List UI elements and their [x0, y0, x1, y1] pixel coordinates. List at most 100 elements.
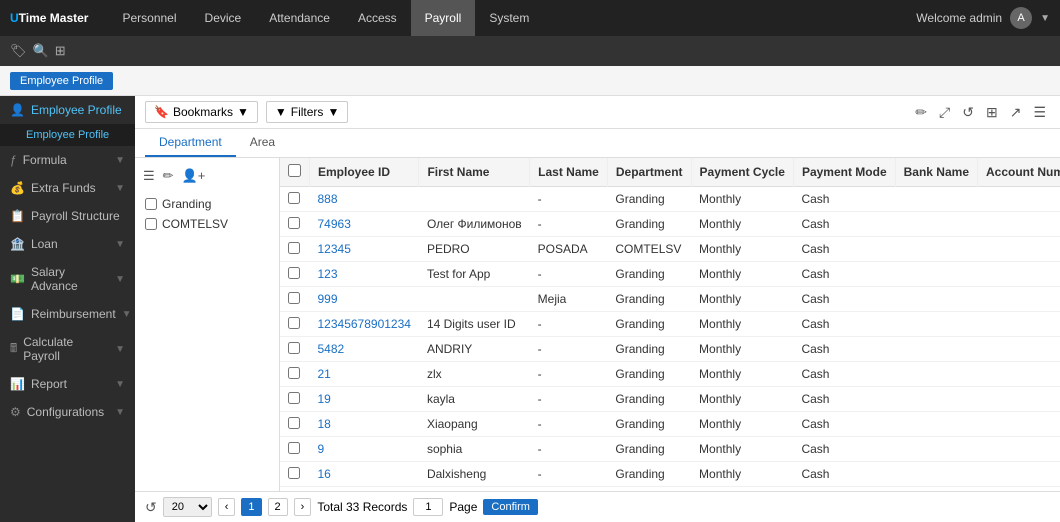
expand-icon-btn[interactable]: ⤢	[935, 102, 954, 123]
chevron-formula-icon: ▼	[115, 155, 125, 166]
pagination-refresh-btn[interactable]: ↺	[145, 499, 157, 516]
page-2-btn[interactable]: 2	[268, 498, 288, 516]
employee-id-link[interactable]: 12345678901234	[318, 317, 411, 331]
row-checkbox[interactable]	[288, 292, 300, 304]
dept-item-comtelsv[interactable]: COMTELSV	[141, 214, 273, 234]
tab-area[interactable]: Area	[236, 129, 289, 157]
row-checkbox[interactable]	[288, 392, 300, 404]
employee-id-link[interactable]: 12345	[318, 242, 351, 256]
sidebar: 👤 Employee Profile Employee Profile ƒ Fo…	[0, 96, 135, 522]
sidebar-item-loan[interactable]: 🏦 Loan ▼	[0, 230, 135, 258]
dept-checkbox-granding[interactable]	[145, 198, 157, 210]
columns-icon-btn[interactable]: ⊞	[982, 102, 1002, 123]
payroll-structure-icon: 📋	[10, 209, 25, 223]
employee-id-link[interactable]: 21	[318, 367, 331, 381]
grid-icon[interactable]: ⊞	[55, 43, 66, 59]
sidebar-label-report: Report	[31, 377, 67, 391]
row-checkbox[interactable]	[288, 342, 300, 354]
employee-id-link[interactable]: 5482	[318, 342, 345, 356]
row-checkbox[interactable]	[288, 467, 300, 479]
nav-device[interactable]: Device	[191, 0, 256, 36]
go-btn[interactable]: Confirm	[483, 499, 538, 515]
sidebar-label-payroll-structure: Payroll Structure	[31, 209, 120, 223]
row-checkbox-cell	[280, 187, 310, 212]
share-icon-btn[interactable]: ↗	[1006, 102, 1026, 123]
row-first-name: Dalxisheng	[419, 462, 530, 487]
row-department: Granding	[607, 412, 691, 437]
page-size-select[interactable]: 20 50 100	[163, 497, 212, 517]
row-account-number	[978, 212, 1060, 237]
employee-id-link[interactable]: 74963	[318, 217, 351, 231]
search-icon[interactable]: 🔍	[33, 43, 49, 59]
sidebar-item-formula[interactable]: ƒ Formula ▼	[0, 146, 135, 174]
employee-id-link[interactable]: 123	[318, 267, 338, 281]
nav-system[interactable]: System	[475, 0, 543, 36]
menu-icon-btn[interactable]: ☰	[1029, 102, 1050, 123]
table-row: 5482 ANDRIY - Granding Monthly Cash ✎	[280, 337, 1060, 362]
sidebar-item-reimbursement[interactable]: 📄 Reimbursement ▼	[0, 300, 135, 328]
sidebar-item-salary-advance[interactable]: 💵 Salary Advance ▼	[0, 258, 135, 300]
col-first-name: First Name	[419, 158, 530, 187]
row-checkbox[interactable]	[288, 267, 300, 279]
employee-id-link[interactable]: 19	[318, 392, 331, 406]
add-dept-icon-btn[interactable]: 👤+	[180, 166, 208, 186]
row-payment-mode: Cash	[793, 437, 895, 462]
col-payment-mode: Payment Mode	[793, 158, 895, 187]
nav-payroll[interactable]: Payroll	[411, 0, 476, 36]
row-checkbox[interactable]	[288, 217, 300, 229]
bookmarks-button[interactable]: 🔖 Bookmarks ▼	[145, 101, 258, 123]
tag-icon[interactable]: 🏷	[10, 43, 27, 59]
prev-page-btn[interactable]: ‹	[218, 498, 236, 516]
row-account-number	[978, 462, 1060, 487]
user-avatar[interactable]: A	[1010, 7, 1032, 29]
row-department: Granding	[607, 262, 691, 287]
nav-access[interactable]: Access	[344, 0, 411, 36]
sidebar-item-report[interactable]: 📊 Report ▼	[0, 370, 135, 398]
row-checkbox[interactable]	[288, 367, 300, 379]
row-checkbox[interactable]	[288, 442, 300, 454]
employee-id-link[interactable]: 16	[318, 467, 331, 481]
row-checkbox[interactable]	[288, 417, 300, 429]
row-checkbox[interactable]	[288, 192, 300, 204]
sidebar-item-configurations[interactable]: ⚙ Configurations ▼	[0, 398, 135, 426]
row-checkbox[interactable]	[288, 317, 300, 329]
dept-checkbox-comtelsv[interactable]	[145, 218, 157, 230]
row-first-name	[419, 187, 530, 212]
tab-department[interactable]: Department	[145, 129, 236, 157]
page-1-btn[interactable]: 1	[241, 498, 261, 516]
sidebar-sub-item-employee-profile[interactable]: Employee Profile	[0, 124, 135, 146]
refresh-icon-btn[interactable]: ↺	[958, 102, 978, 123]
row-checkbox[interactable]	[288, 242, 300, 254]
row-employee-id: 18	[310, 412, 419, 437]
row-payment-mode: Cash	[793, 412, 895, 437]
sidebar-label-calculate-payroll: Calculate Payroll	[23, 335, 109, 363]
row-payment-cycle: Monthly	[691, 387, 793, 412]
sidebar-item-calculate-payroll[interactable]: 🖩 Calculate Payroll ▼	[0, 328, 135, 370]
list-icon-btn[interactable]: ☰	[141, 166, 157, 186]
employee-id-link[interactable]: 999	[318, 292, 338, 306]
breadcrumb-tab[interactable]: Employee Profile	[10, 72, 113, 90]
sidebar-item-extra-funds[interactable]: 💰 Extra Funds ▼	[0, 174, 135, 202]
filters-button[interactable]: ▼ Filters ▼	[266, 101, 348, 123]
employee-id-link[interactable]: 888	[318, 192, 338, 206]
row-first-name	[419, 287, 530, 312]
page-input[interactable]	[413, 498, 443, 516]
next-page-btn[interactable]: ›	[294, 498, 312, 516]
dept-label-comtelsv: COMTELSV	[162, 217, 228, 231]
edit-icon-btn[interactable]: ✏	[911, 102, 931, 123]
sidebar-item-employee-profile[interactable]: 👤 Employee Profile	[0, 96, 135, 124]
nav-personnel[interactable]: Personnel	[108, 0, 190, 36]
chevron-calculate-payroll-icon: ▼	[115, 344, 125, 355]
edit-dept-icon-btn[interactable]: ✏	[161, 166, 176, 186]
dept-item-granding[interactable]: Granding	[141, 194, 273, 214]
select-all-checkbox[interactable]	[288, 164, 301, 177]
bookmarks-label: Bookmarks	[173, 105, 233, 119]
nav-attendance[interactable]: Attendance	[255, 0, 344, 36]
employee-id-link[interactable]: 18	[318, 417, 331, 431]
row-bank-name	[895, 462, 977, 487]
row-employee-id: 21	[310, 362, 419, 387]
page-label: Page	[449, 500, 477, 514]
employee-id-link[interactable]: 9	[318, 442, 325, 456]
sidebar-item-payroll-structure[interactable]: 📋 Payroll Structure	[0, 202, 135, 230]
chevron-down-icon[interactable]: ▼	[1040, 13, 1050, 24]
